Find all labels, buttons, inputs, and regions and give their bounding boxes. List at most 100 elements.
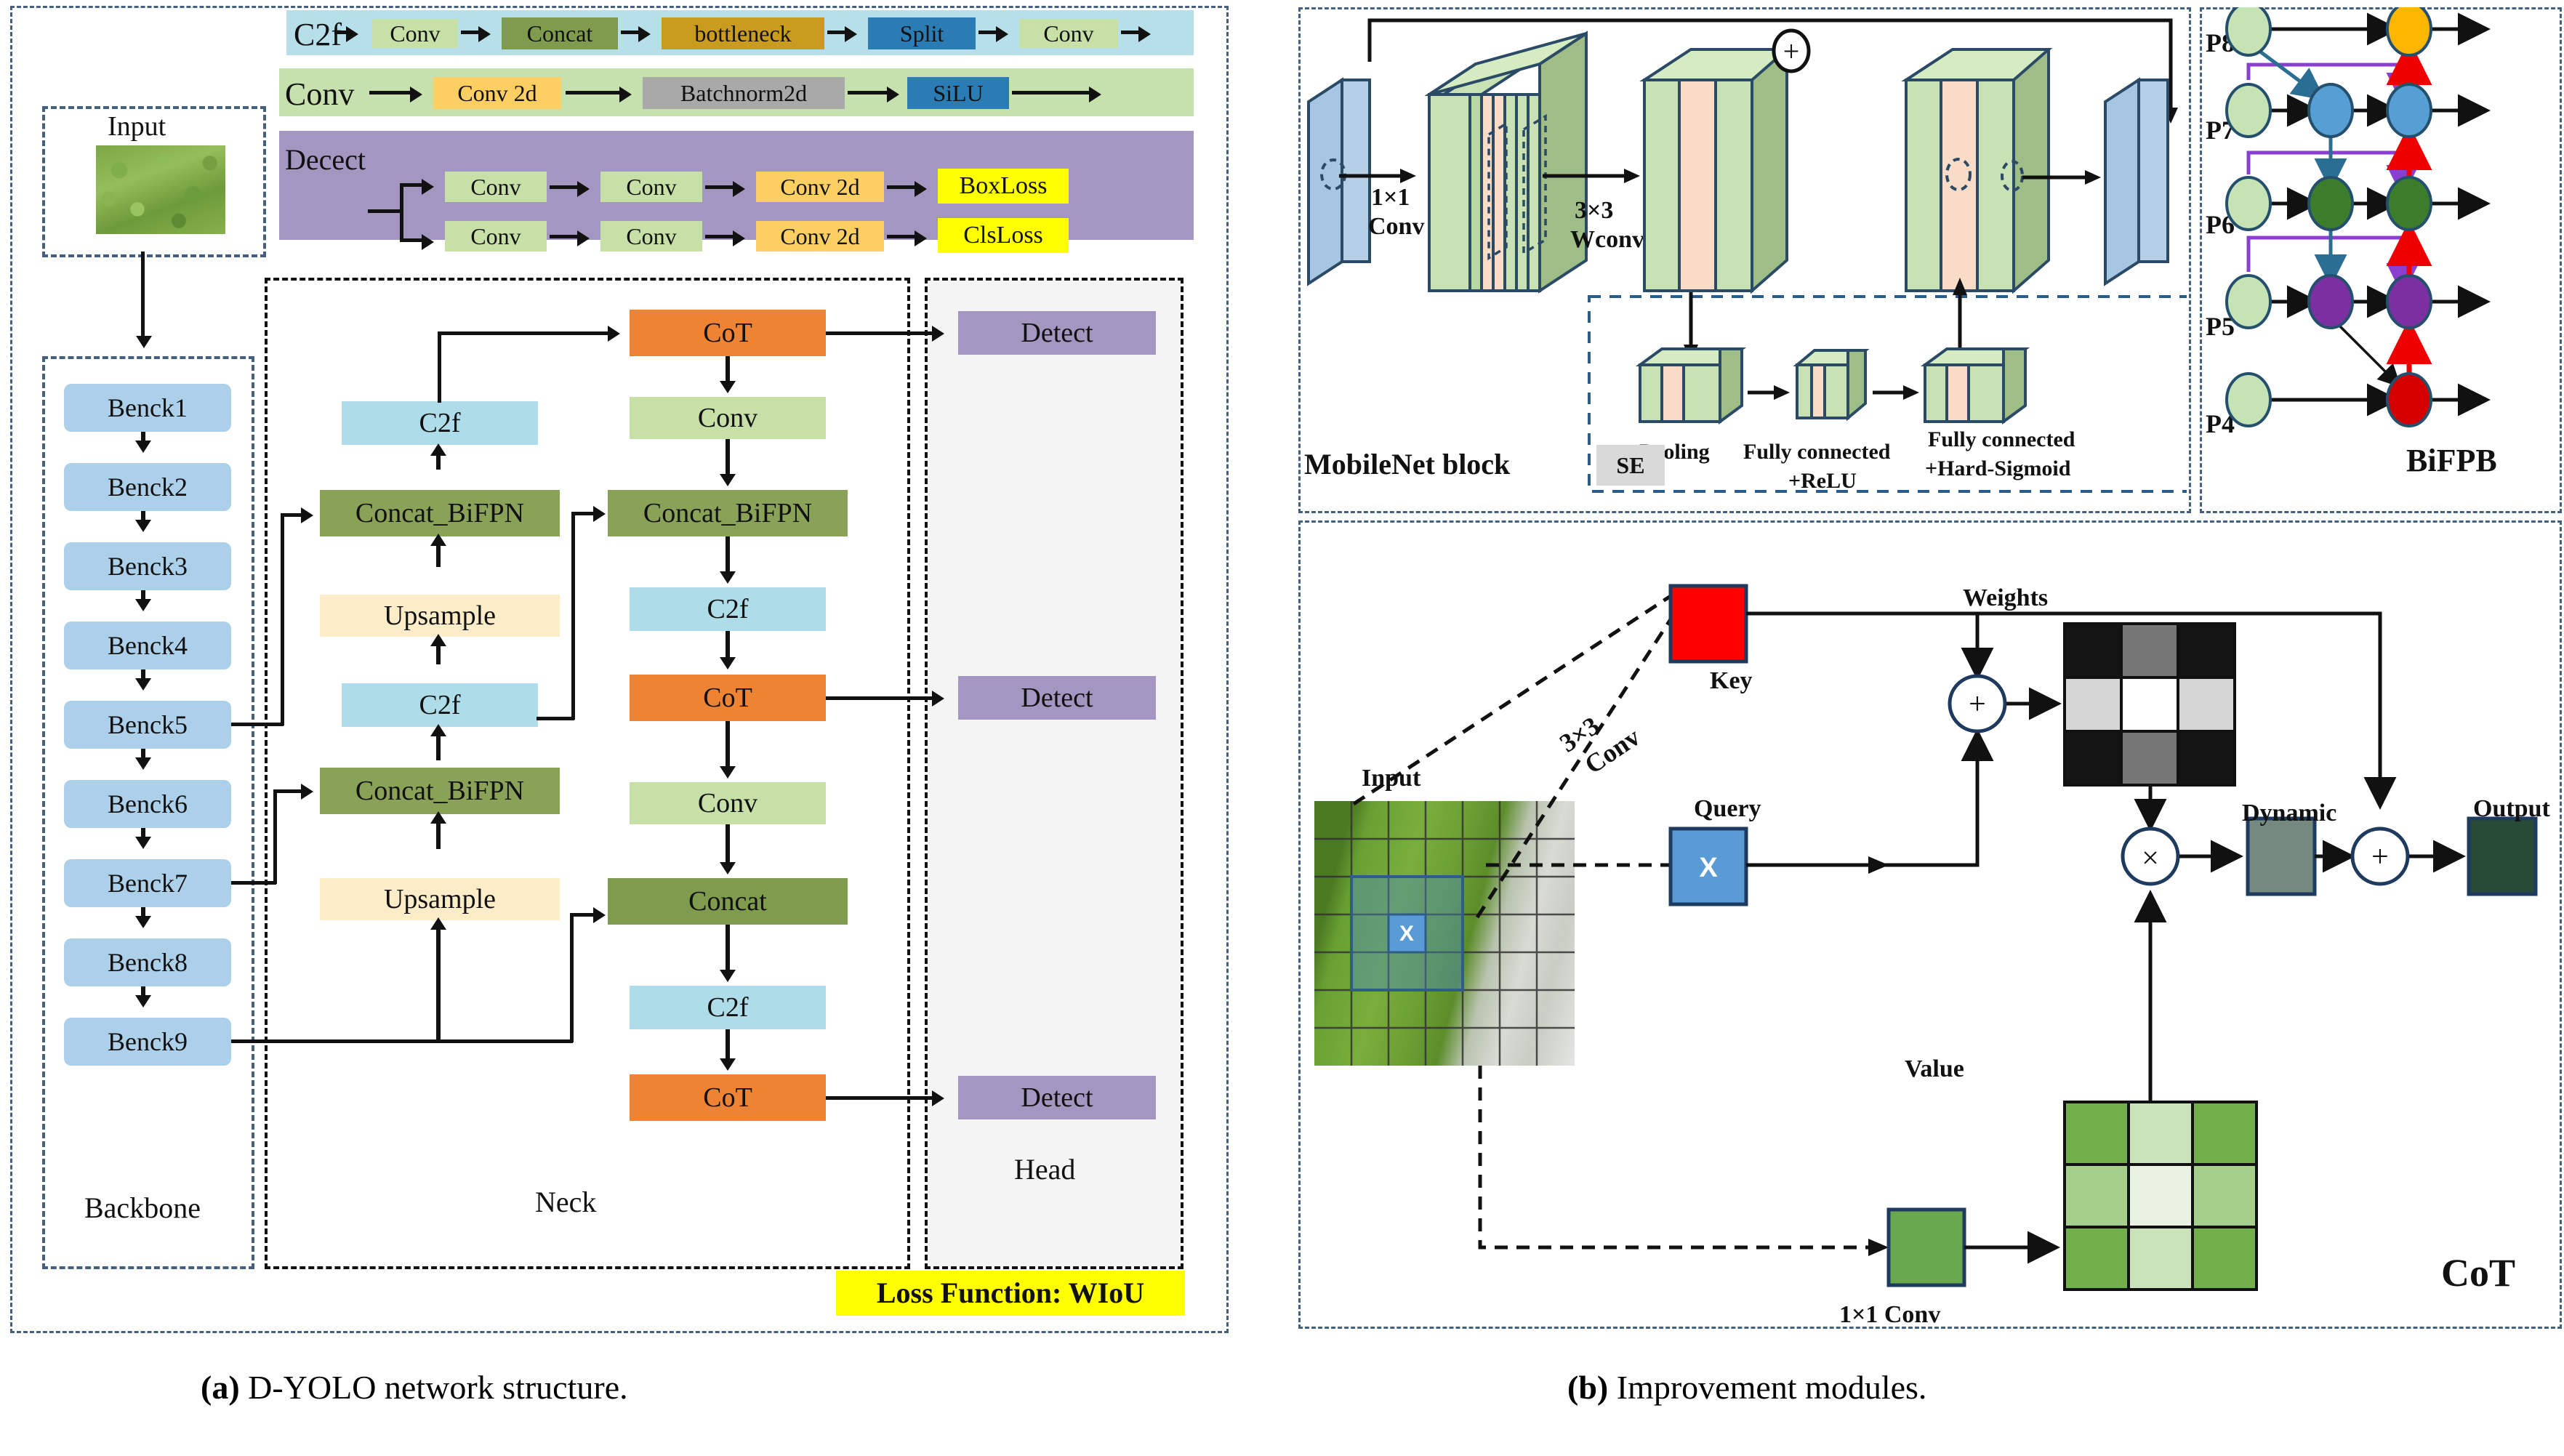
legend-detect-r1-boxloss: BoxLoss	[938, 169, 1069, 204]
backbone-block-9[interactable]: Benck9	[64, 1018, 231, 1066]
input-label: Input	[108, 111, 166, 142]
nl-a-3	[430, 634, 446, 646]
nr-a-7	[720, 1058, 736, 1071]
legend-detect-r2-l2	[705, 235, 736, 238]
neck-right-concat[interactable]: Concat	[608, 878, 848, 925]
legend-detect-r2-a1	[577, 230, 590, 246]
nl-a-6	[430, 917, 446, 930]
head-detect-2[interactable]: Detect	[958, 676, 1156, 720]
legend-c2f-step-conv2: Conv	[1019, 19, 1118, 48]
neck-right-cot-bot[interactable]: CoT	[630, 1074, 826, 1121]
cot-query-label: Query	[1694, 795, 1761, 822]
conn-c2fmid-h1	[536, 717, 574, 720]
cot-output-label: Output	[2473, 795, 2550, 822]
neck-right-conv-bot[interactable]: Conv	[630, 782, 826, 824]
nr-l-6	[726, 925, 730, 976]
caption-a: (a) D-YOLO network structure.	[201, 1368, 628, 1407]
se-stage-fc-hardsigmoid-label-l2: +Hard-Sigmoid	[1925, 456, 2071, 480]
backbone-block-4[interactable]: Benck4	[64, 622, 231, 669]
cot-key-label: Key	[1710, 667, 1753, 694]
legend-conv-line-3	[1012, 91, 1092, 94]
legend-detect-split-t	[400, 183, 425, 187]
svg-text:3×3: 3×3	[1575, 197, 1613, 224]
svg-text:+: +	[1969, 688, 1986, 721]
legend-conv-arrow-3	[1089, 87, 1101, 102]
legend-detect-r2-l1	[550, 235, 580, 238]
neck-right-cot-top[interactable]: CoT	[630, 310, 826, 356]
se-stage-fc-relu-label-l1: Fully connected	[1743, 440, 1891, 464]
legend-conv-title: Conv	[285, 76, 355, 112]
neck-left-upsample-top[interactable]: Upsample	[320, 595, 560, 637]
neck-right-cot-mid[interactable]: CoT	[630, 675, 826, 721]
legend-detect-split-h	[368, 209, 403, 213]
legend-detect-r1-a1	[577, 181, 590, 197]
neck-right-c2f-top[interactable]: C2f	[630, 587, 826, 631]
conn-det2-arrow	[932, 691, 944, 707]
svg-text:+: +	[2371, 840, 2389, 874]
loss-function-badge: Loss Function: WIoU	[836, 1271, 1185, 1316]
backbone-block-5[interactable]: Benck5	[64, 701, 231, 749]
head-detect-3[interactable]: Detect	[958, 1076, 1156, 1119]
head-detect-1[interactable]: Detect	[958, 311, 1156, 355]
legend-detect-r2-conv2: Conv	[600, 221, 702, 252]
neck-left-concat-bifpn-bot[interactable]: Concat_BiFPN	[320, 768, 560, 814]
caption-a-prefix: (a)	[201, 1369, 240, 1406]
legend-conv-line-2	[848, 91, 890, 94]
conn-b7-v	[273, 789, 277, 884]
backbone-block-6[interactable]: Benck6	[64, 780, 231, 828]
cot-value-label: Value	[1905, 1055, 1964, 1082]
cot-dynamic-label: Dynamic	[2242, 800, 2337, 826]
svg-text:Wconv: Wconv	[1570, 226, 1644, 253]
neck-left-c2f-top[interactable]: C2f	[342, 401, 538, 445]
backbone-block-2[interactable]: Benck2	[64, 463, 231, 511]
legend-c2f-step-concat: Concat	[502, 17, 618, 49]
conn-det2	[826, 696, 935, 700]
nl-a-4	[430, 724, 446, 736]
svg-text:×: ×	[2142, 842, 2159, 875]
legend-conv-step-silu: SiLU	[907, 77, 1009, 109]
head-label: Head	[1014, 1153, 1076, 1186]
conn-c2ftop-h	[438, 331, 611, 335]
legend-conv-arrow-2	[887, 87, 899, 102]
legend-detect-r1-a3	[915, 181, 927, 197]
head-container	[925, 278, 1183, 1269]
legend-detect-r2-a3	[915, 230, 927, 246]
nr-a-5	[720, 862, 736, 874]
neck-right-c2f-bot[interactable]: C2f	[630, 986, 826, 1029]
nl-a-5	[430, 811, 446, 824]
nr-l-4	[726, 721, 730, 772]
neck-right-conv-top[interactable]: Conv	[630, 397, 826, 439]
caption-b: (b) Improvement modules.	[1567, 1368, 1926, 1407]
conn-b9-arrow	[593, 907, 606, 923]
backbone-block-7[interactable]: Benck7	[64, 859, 231, 907]
nr-a-3	[720, 657, 736, 669]
legend-conv-line-0	[369, 91, 413, 94]
backbone-block-8[interactable]: Benck8	[64, 938, 231, 986]
conn-det1	[826, 331, 935, 335]
conn-det3	[826, 1096, 935, 1100]
neck-left-c2f-mid[interactable]: C2f	[342, 683, 538, 727]
legend-detect-r2-conv1: Conv	[445, 221, 547, 252]
conn-b9-v-up	[436, 1026, 441, 1042]
conn-c2ftop-v	[438, 331, 441, 403]
backbone-block-3[interactable]: Benck3	[64, 542, 231, 590]
bb-a-4	[135, 678, 151, 691]
legend-detect-split-b	[400, 238, 425, 242]
neck-right-concat-bifpn[interactable]: Concat_BiFPN	[608, 490, 848, 536]
neck-left-concat-bifpn-top[interactable]: Concat_BiFPN	[320, 490, 560, 536]
conn-c2ftop-arrow	[608, 326, 620, 342]
legend-detect-r1-conv2: Conv	[600, 172, 702, 202]
conn-b7-h1	[231, 881, 276, 885]
legend-conv-arrow-1	[619, 87, 632, 102]
cot-diagram-svg: X + × + 3×3 Conv	[1352, 584, 2538, 1291]
neck-left-upsample-bot[interactable]: Upsample	[320, 878, 560, 920]
legend-c2f-arrow-4	[996, 26, 1008, 42]
caption-a-text: D-YOLO network structure.	[239, 1369, 628, 1406]
legend-detect-title: Decect	[285, 143, 366, 176]
legend-c2f-arrow-3	[845, 26, 857, 42]
caption-b-prefix: (b)	[1567, 1369, 1609, 1406]
legend-detect-r1-l1	[550, 185, 580, 189]
backbone-label: Backbone	[84, 1191, 201, 1224]
backbone-block-1[interactable]: Benck1	[64, 384, 231, 432]
conn-b9-v-right	[570, 913, 574, 1042]
